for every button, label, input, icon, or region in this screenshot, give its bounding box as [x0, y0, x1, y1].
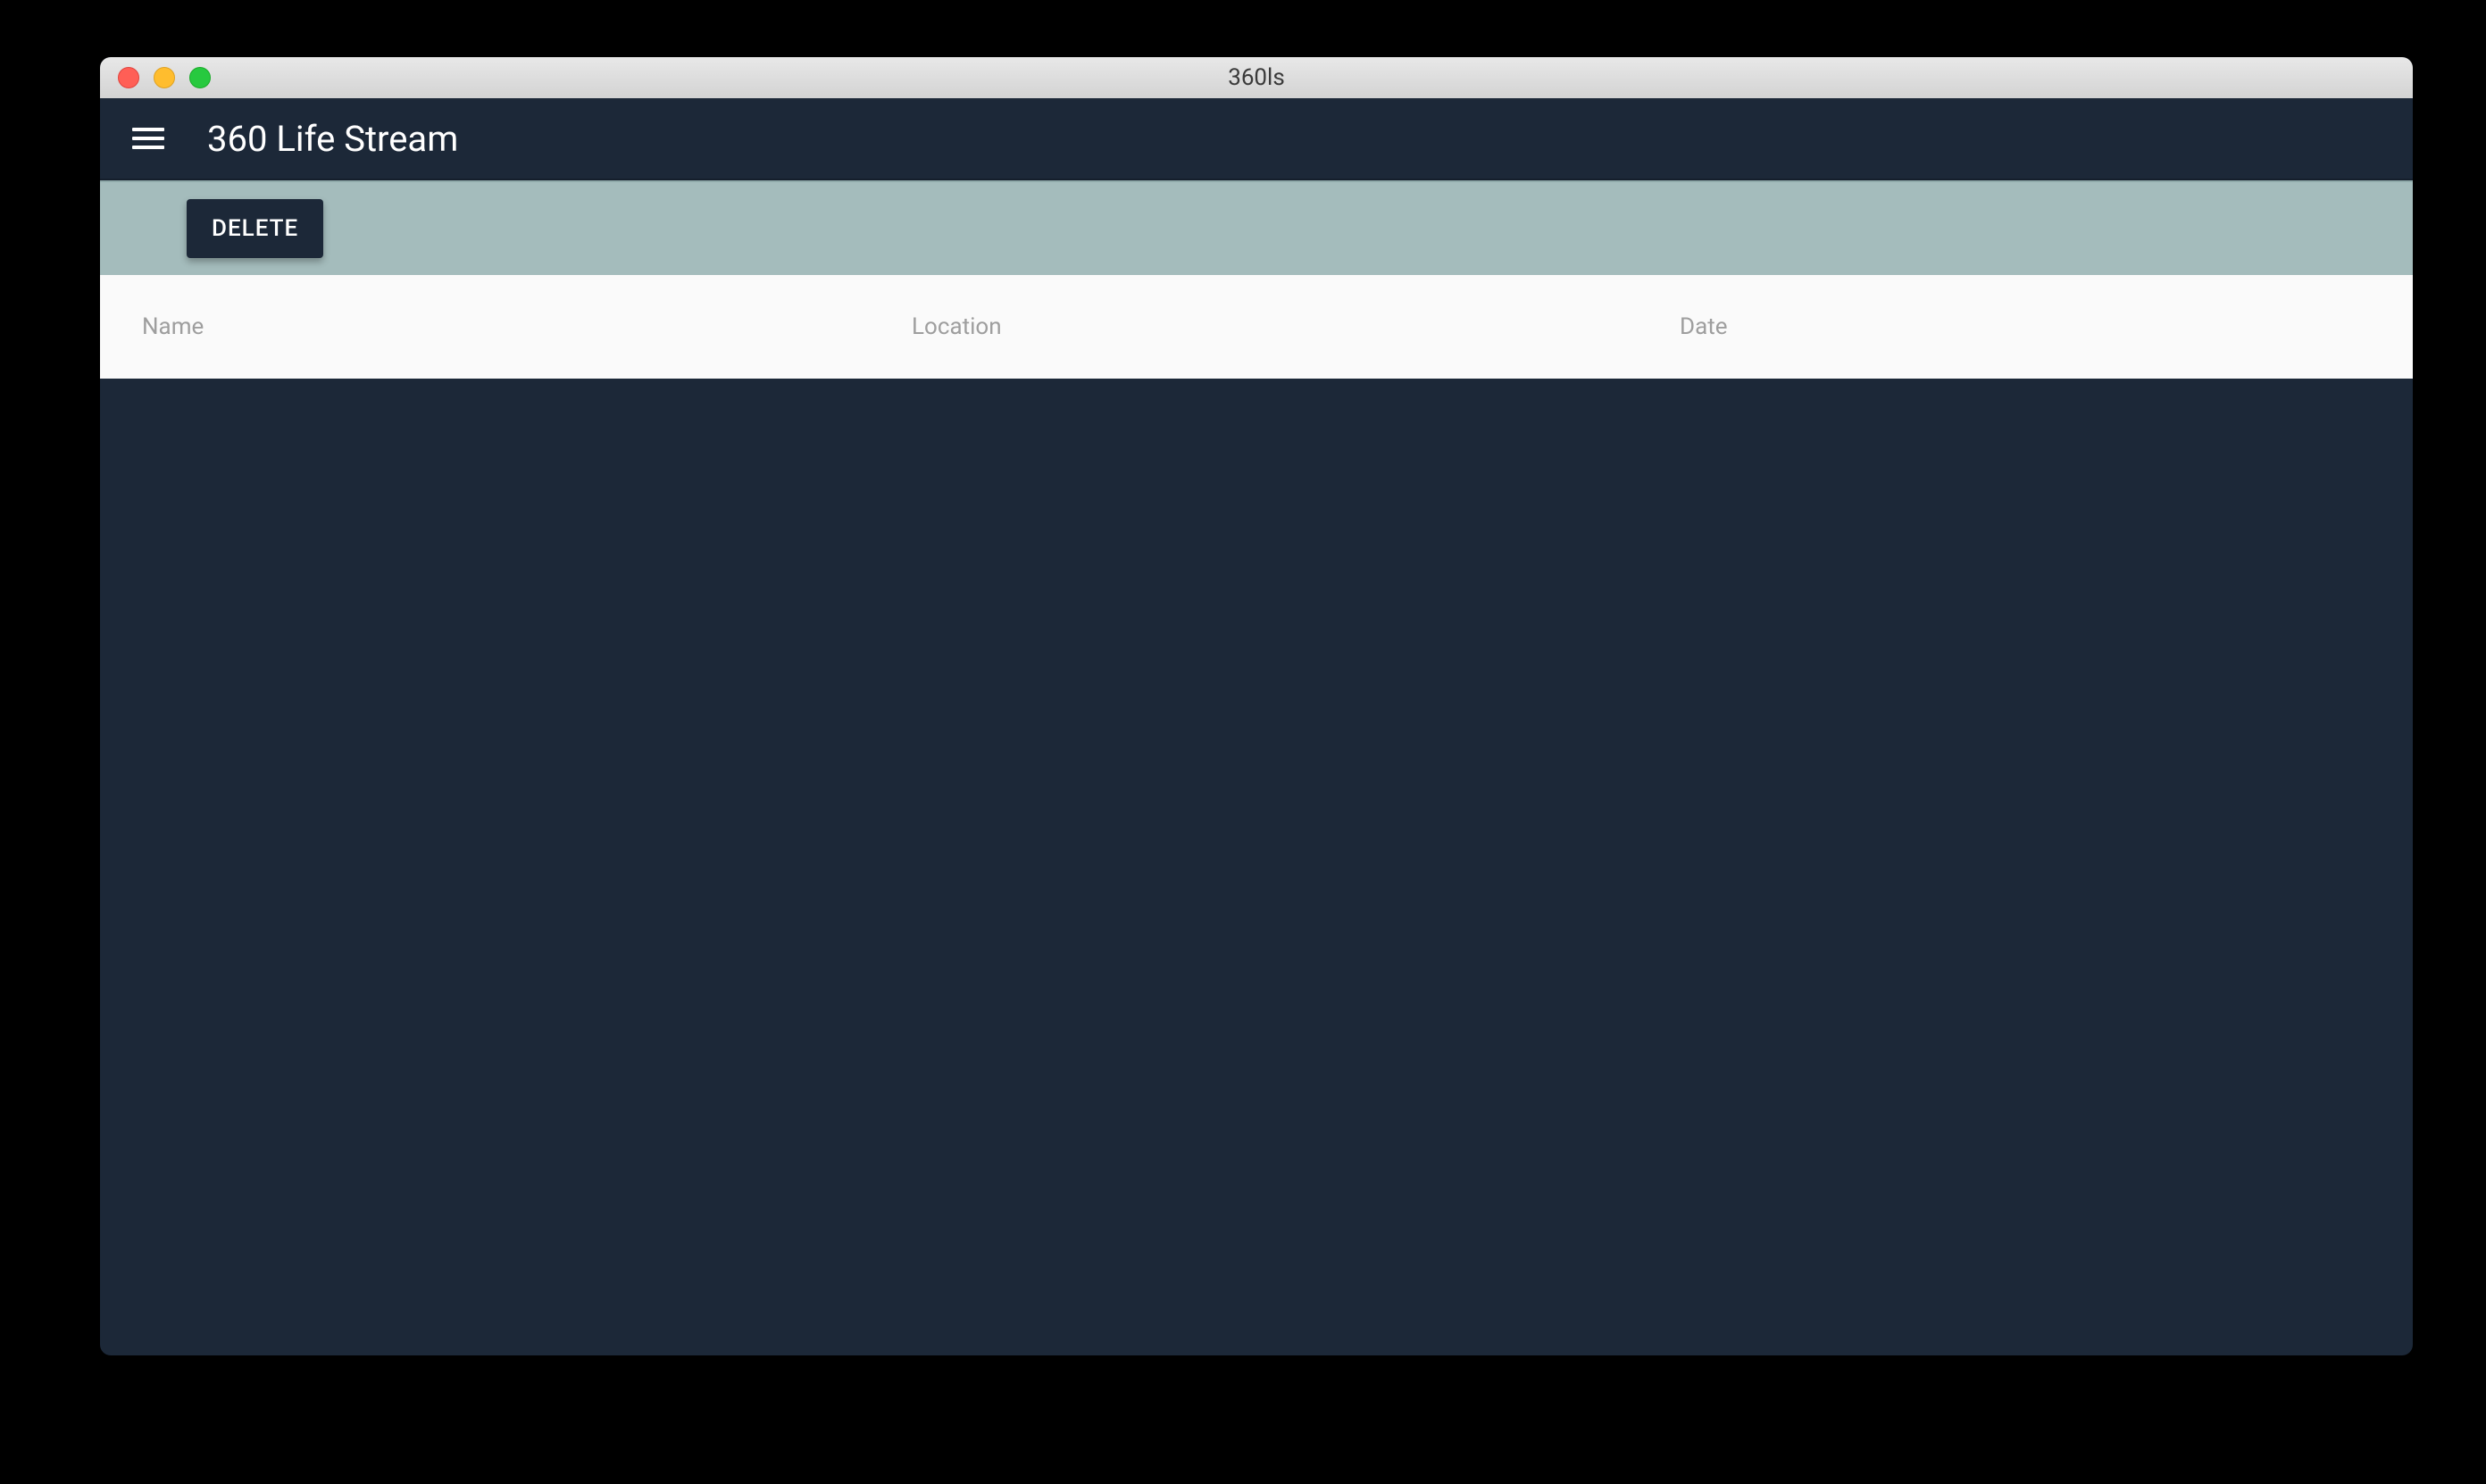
- column-header-location[interactable]: Location: [912, 313, 1680, 340]
- app-bar: 360 Life Stream: [100, 98, 2413, 180]
- maximize-window-button[interactable]: [189, 67, 211, 88]
- table-header-row: Name Location Date: [100, 275, 2413, 379]
- delete-button[interactable]: DELETE: [187, 199, 323, 258]
- traffic-lights: [100, 67, 211, 88]
- minimize-window-button[interactable]: [154, 67, 175, 88]
- toolbar: DELETE: [100, 180, 2413, 275]
- hamburger-menu-icon[interactable]: [132, 122, 164, 154]
- column-header-name[interactable]: Name: [142, 313, 912, 340]
- app-title: 360 Life Stream: [207, 118, 458, 160]
- title-bar: 360ls: [100, 57, 2413, 98]
- window-title: 360ls: [1228, 64, 1285, 91]
- app-window: 360ls 360 Life Stream DELETE Name Locati…: [100, 57, 2413, 1355]
- column-header-date[interactable]: Date: [1680, 313, 2413, 340]
- close-window-button[interactable]: [118, 67, 139, 88]
